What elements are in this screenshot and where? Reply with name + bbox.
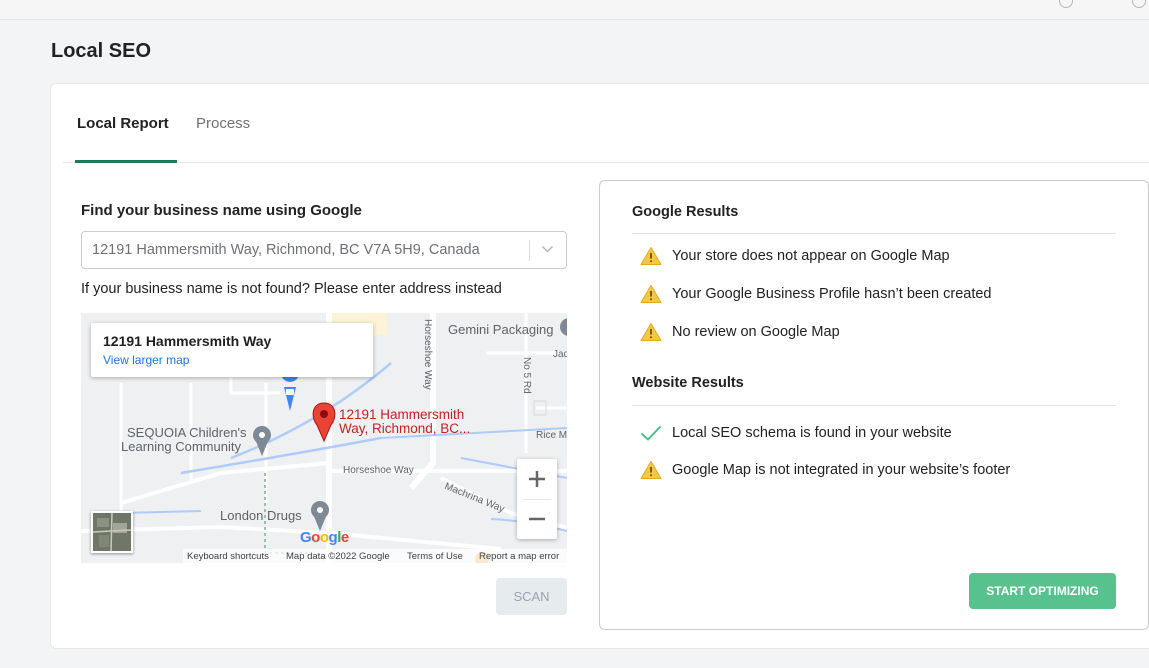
street-horseshoe-horizontal: Horseshoe Way: [343, 465, 414, 476]
map-attribution: Keyboard shortcuts Map data ©2022 Google…: [183, 549, 567, 563]
poi-sequoia-line1: SEQUOIA Children's: [127, 425, 247, 440]
zoom-out-icon[interactable]: [517, 499, 557, 539]
business-select-value: 12191 Hammersmith Way, Richmond, BC V7A …: [92, 242, 480, 258]
help-icon[interactable]: [1059, 0, 1073, 8]
active-tab-indicator: [75, 160, 177, 163]
website-results-divider: [632, 405, 1116, 406]
zoom-in-icon[interactable]: [517, 459, 557, 499]
pin-label-line2: Way, Richmond, BC...: [339, 421, 471, 436]
start-optimizing-button[interactable]: START OPTIMIZING: [969, 573, 1116, 609]
terms-of-use-link[interactable]: Terms of Use: [407, 551, 463, 562]
website-result-text: Google Map is not integrated in your web…: [672, 462, 1011, 478]
account-icon[interactable]: [1132, 0, 1146, 8]
poi-sequoia[interactable]: SEQUOIA Children's Learning Community: [121, 426, 247, 454]
pin-label: 12191 Hammersmith Way, Richmond, BC...: [339, 408, 470, 436]
pin-label-line1: 12191 Hammersmith: [339, 407, 465, 422]
poi-london-drugs[interactable]: London Drugs: [220, 509, 302, 523]
satellite-toggle[interactable]: [91, 511, 133, 553]
satellite-thumbnail-icon: [93, 513, 131, 551]
scan-button[interactable]: SCAN: [496, 578, 567, 615]
select-separator: [529, 240, 530, 261]
street-horseshoe-vertical: Horseshoe Way: [422, 319, 433, 390]
school-pin-icon: [253, 426, 271, 456]
map-place-card: 12191 Hammersmith Way View larger map: [91, 323, 373, 377]
tab-local-report[interactable]: Local Report: [77, 115, 169, 132]
local-seo-card: Local Report Process Find your business …: [50, 83, 1149, 649]
google-result-text: Your Google Business Profile hasn’t been…: [672, 286, 992, 302]
poi-gemini[interactable]: Gemini Packaging: [448, 323, 554, 337]
website-results-title: Website Results: [632, 375, 744, 391]
street-no5rd: No 5 Rd: [521, 357, 532, 394]
results-panel: Google Results Your store does not appea…: [599, 180, 1149, 630]
tab-process[interactable]: Process: [196, 115, 250, 132]
google-result-text: Your store does not appear on Google Map: [672, 248, 950, 264]
website-result-text: Local SEO schema is found in your websit…: [672, 425, 952, 441]
google-result-text: No review on Google Map: [672, 324, 840, 340]
google-logo: Google: [300, 529, 349, 546]
street-rice: Rice Mi: [536, 430, 567, 441]
warning-icon: [640, 247, 662, 265]
map-data-text: Map data ©2022 Google: [286, 551, 390, 562]
map-card-title: 12191 Hammersmith Way: [103, 333, 272, 349]
check-icon: [641, 426, 661, 441]
warning-icon: [640, 285, 662, 303]
warning-icon: [640, 461, 662, 479]
edge-pin-icon: [560, 318, 567, 336]
zoom-control: [517, 459, 557, 539]
search-label: Find your business name using Google: [81, 202, 362, 219]
keyboard-shortcuts-link[interactable]: Keyboard shortcuts: [187, 551, 269, 562]
business-select[interactable]: 12191 Hammersmith Way, Richmond, BC V7A …: [81, 231, 567, 269]
view-larger-map-link[interactable]: View larger map: [103, 353, 189, 367]
report-map-error-link[interactable]: Report a map error: [479, 551, 559, 562]
address-hint: If your business name is not found? Plea…: [81, 281, 502, 297]
warning-icon: [640, 323, 662, 341]
street-jac: Jac: [553, 349, 567, 360]
top-bar: [0, 0, 1149, 20]
poi-sequoia-line2: Learning Community: [121, 439, 241, 454]
page-title: Local SEO: [51, 40, 152, 62]
tab-bar: Local Report Process: [63, 84, 1149, 163]
chevron-down-icon[interactable]: [541, 244, 554, 254]
google-map[interactable]: 12191 Hammersmith Way View larger map 12…: [81, 313, 567, 563]
google-results-title: Google Results: [632, 204, 739, 220]
google-results-divider: [632, 233, 1116, 234]
